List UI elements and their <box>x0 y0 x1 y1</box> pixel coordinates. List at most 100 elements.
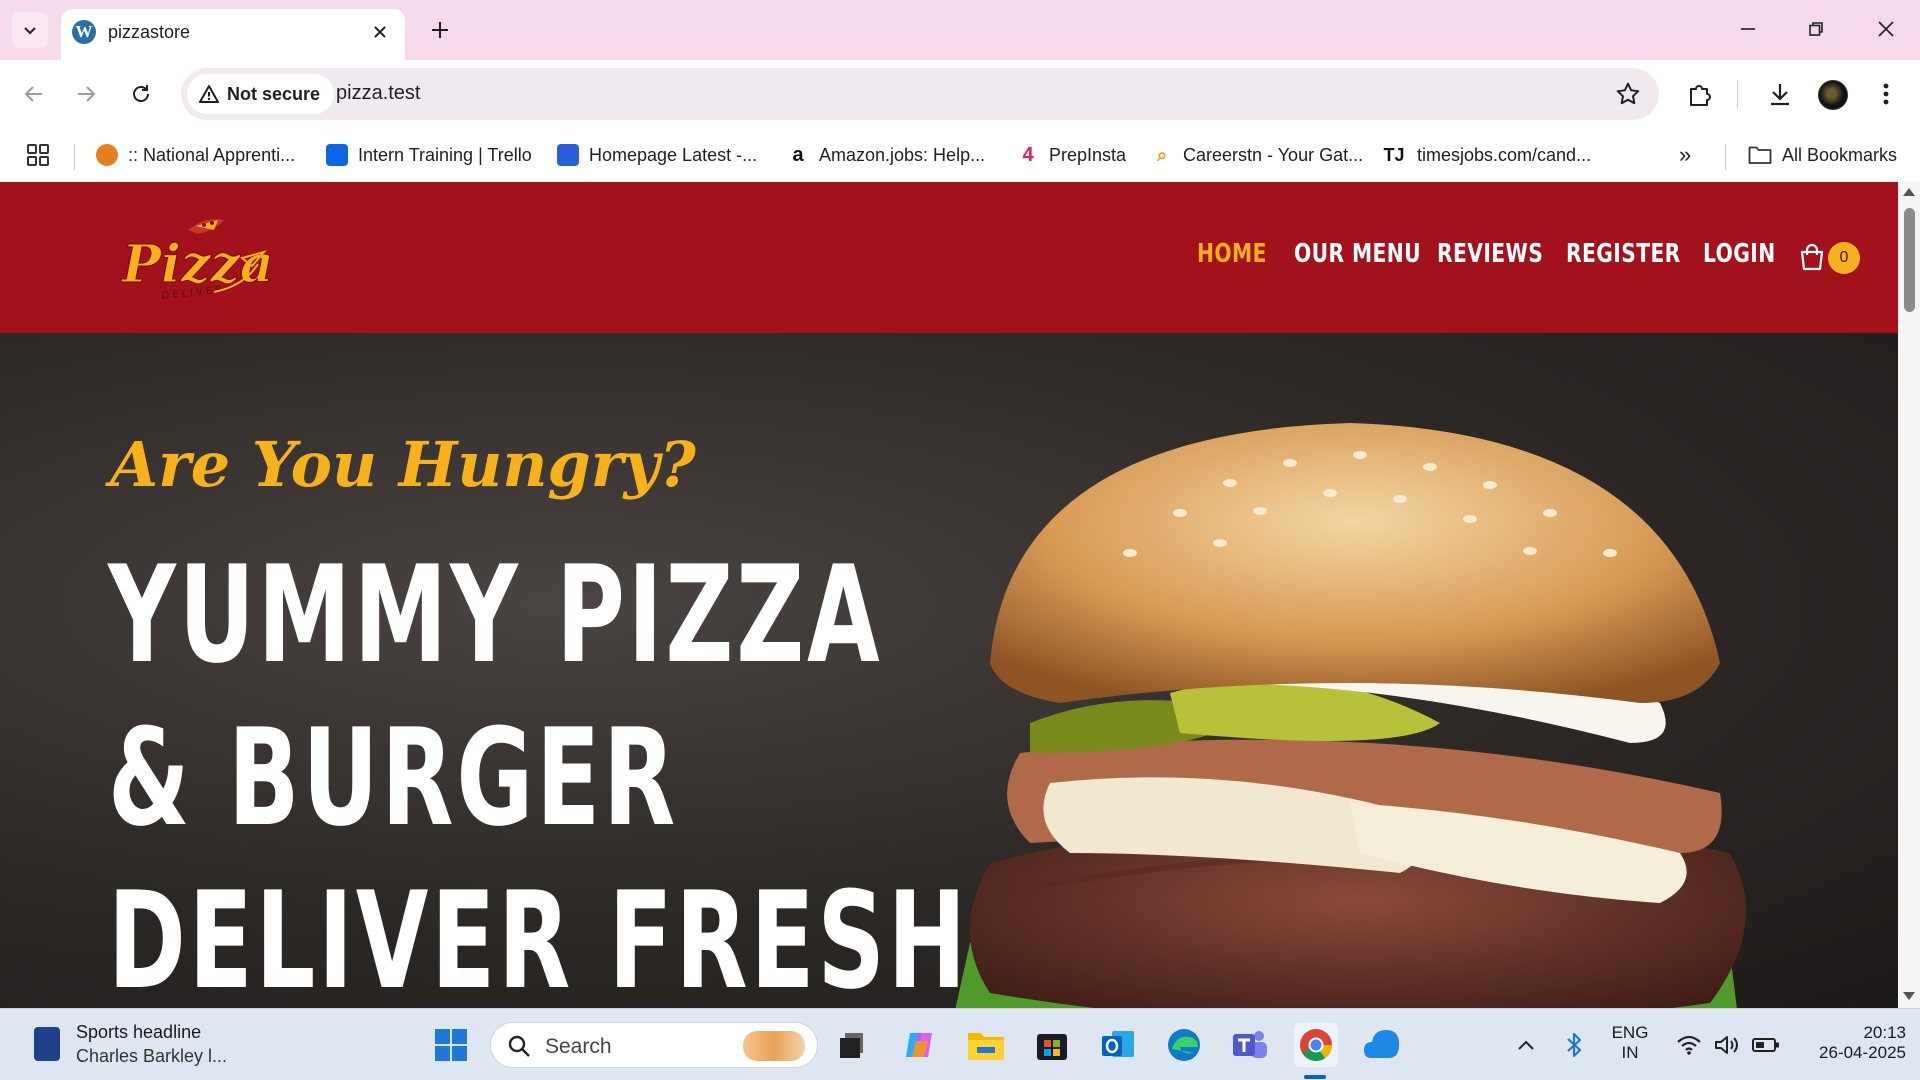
minimize-icon <box>1741 28 1755 30</box>
downloads-button[interactable] <box>1760 74 1800 114</box>
task-view-button[interactable] <box>830 1023 874 1067</box>
teams-button[interactable] <box>1228 1023 1272 1067</box>
pizza-logo-icon: Pizza DELIVERY <box>119 219 274 302</box>
chrome-button[interactable] <box>1294 1023 1338 1067</box>
bookmark-item[interactable]: :: National Apprenti... <box>96 140 295 170</box>
close-window-button[interactable] <box>1862 8 1910 50</box>
bookmark-label: Homepage Latest -... <box>589 144 758 165</box>
security-chip[interactable]: Not secure <box>187 74 335 114</box>
outlook-button[interactable] <box>1096 1023 1140 1067</box>
extensions-button[interactable] <box>1680 74 1720 114</box>
bookmarks-overflow-button[interactable]: » <box>1679 140 1691 170</box>
new-tab-button[interactable] <box>424 12 456 48</box>
task-view-icon <box>840 1033 863 1058</box>
trello-icon <box>326 144 348 166</box>
news-widget-subtitle[interactable]: Charles Barkley l... <box>76 1046 227 1067</box>
wifi-icon <box>1677 1035 1701 1055</box>
prepinsta-icon: 4 <box>1017 144 1039 166</box>
wordpress-icon: W <box>72 20 96 44</box>
hero-headline-line: YUMMY PIZZA <box>108 537 883 693</box>
clock-time: 20:13 <box>1863 1023 1906 1042</box>
bookmark-item[interactable]: TJ timesjobs.com/cand... <box>1381 140 1591 170</box>
bookmarks-divider <box>74 144 75 170</box>
star-icon[interactable] <box>1615 81 1641 107</box>
active-app-indicator <box>1304 1075 1326 1079</box>
bookmark-label: Amazon.jobs: Help... <box>819 144 986 165</box>
nav-home[interactable]: HOME <box>1197 239 1267 269</box>
start-button[interactable] <box>429 1023 473 1067</box>
bookmark-item[interactable]: Intern Training | Trello <box>326 140 532 170</box>
nav-reviews[interactable]: REVIEWS <box>1437 239 1543 269</box>
bookmark-item[interactable]: Homepage Latest -... <box>557 140 757 170</box>
chevron-up-icon <box>1518 1040 1534 1050</box>
language-code: ENG <box>1611 1023 1649 1042</box>
site-logo[interactable]: Pizza DELIVERY <box>118 208 278 306</box>
edge-button[interactable] <box>1162 1023 1206 1067</box>
copilot-button[interactable] <box>898 1023 942 1067</box>
forward-button[interactable] <box>66 74 106 114</box>
security-label: Not secure <box>227 83 321 104</box>
browser-menu-button[interactable] <box>1866 74 1906 114</box>
outlook-icon <box>1102 1031 1134 1057</box>
scrollbar-thumb[interactable] <box>1904 208 1915 312</box>
cloud-app-button[interactable] <box>1360 1023 1404 1067</box>
page-scrollbar[interactable] <box>1898 182 1920 1008</box>
address-bar[interactable]: Not secure pizza.test <box>181 68 1659 120</box>
news-widget-icon[interactable] <box>34 1027 60 1061</box>
url-text[interactable]: pizza.test <box>336 82 420 105</box>
warning-icon <box>199 85 219 103</box>
puzzle-icon <box>1690 85 1711 106</box>
back-button[interactable] <box>14 74 54 114</box>
nav-register[interactable]: REGISTER <box>1566 239 1681 269</box>
nav-our-menu[interactable]: OUR MENU <box>1294 239 1421 269</box>
reload-button[interactable] <box>121 74 161 114</box>
clock-date: 26-04-2025 <box>1819 1043 1906 1062</box>
search-highlight-icon <box>743 1031 805 1061</box>
bookmark-label: PrepInsta <box>1049 144 1127 165</box>
reload-icon <box>133 85 149 102</box>
restore-button[interactable] <box>1792 8 1840 50</box>
bookmark-item[interactable]: ⌕ Careerstn - Your Gat... <box>1151 140 1363 170</box>
bookmark-label: Careerstn - Your Gat... <box>1183 144 1364 165</box>
language-indicator[interactable]: ENG IN <box>1602 1023 1658 1063</box>
news-widget-title[interactable]: Sports headline <box>76 1022 201 1043</box>
arrow-right-icon <box>78 86 96 102</box>
chevron-double-right-icon: » <box>1679 142 1692 167</box>
search-icon: ⌕ <box>1151 144 1173 166</box>
bookmark-label: Intern Training | Trello <box>358 144 532 165</box>
minimize-button[interactable] <box>1724 8 1772 50</box>
tab-strip: W pizzastore <box>0 0 1920 60</box>
all-bookmarks-button[interactable]: All Bookmarks <box>1748 140 1897 170</box>
scroll-up-arrow-icon[interactable] <box>1903 188 1915 196</box>
folder-icon <box>968 1033 1004 1060</box>
page-viewport: Pizza DELIVERY HOME OUR MENU REVIEWS REG… <box>0 182 1898 1008</box>
all-bookmarks-label: All Bookmarks <box>1782 144 1898 165</box>
browser-tab[interactable]: W pizzastore <box>61 9 405 60</box>
restore-icon <box>1809 22 1823 36</box>
file-explorer-button[interactable] <box>964 1023 1008 1067</box>
bookmark-item[interactable]: 4 PrepInsta <box>1017 140 1126 170</box>
scroll-down-arrow-icon[interactable] <box>1903 992 1915 1000</box>
tab-close-button[interactable] <box>369 21 391 43</box>
store-icon <box>1037 1034 1067 1060</box>
quick-settings-button[interactable] <box>1668 1023 1788 1067</box>
tab-search-button[interactable] <box>12 12 48 48</box>
apps-button[interactable] <box>26 140 50 170</box>
search-icon <box>508 1035 530 1057</box>
cart-icon[interactable] <box>1796 242 1828 274</box>
hero-banner: Are You Hungry? YUMMY PIZZA & BURGER DEL… <box>0 333 1898 1008</box>
nav-login[interactable]: LOGIN <box>1703 239 1776 269</box>
clock[interactable]: 20:13 26-04-2025 <box>1794 1023 1906 1063</box>
bluetooth-button[interactable] <box>1554 1023 1594 1067</box>
taskbar-search[interactable]: Search <box>490 1022 818 1068</box>
edge-icon <box>1168 1029 1200 1061</box>
windows-taskbar: Sports headline Charles Barkley l... Sea… <box>0 1008 1920 1080</box>
hero-headline-line: & BURGER <box>108 700 679 856</box>
bookmark-item[interactable]: a Amazon.jobs: Help... <box>787 140 985 170</box>
chrome-icon <box>1300 1029 1332 1061</box>
close-icon <box>374 26 386 38</box>
search-placeholder: Search <box>545 1035 612 1058</box>
store-button[interactable] <box>1030 1023 1074 1067</box>
profile-avatar[interactable] <box>1818 80 1848 110</box>
tray-overflow-button[interactable] <box>1504 1023 1548 1067</box>
